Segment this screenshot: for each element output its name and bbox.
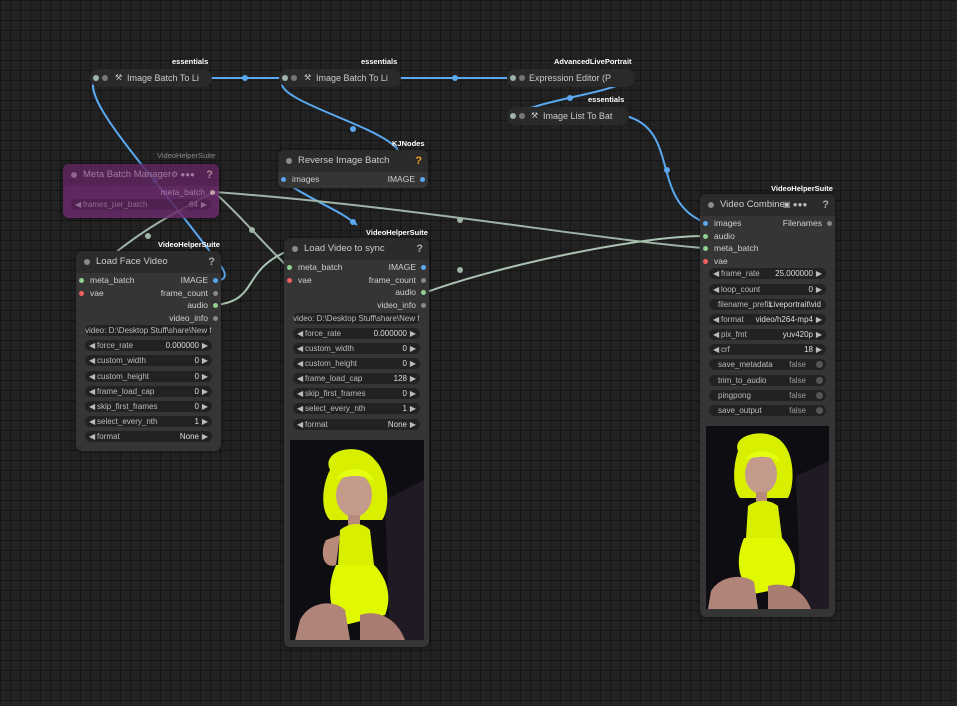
output-meta-batch[interactable]: meta_batch [161,186,215,198]
badge-essentials: essentials [588,95,625,104]
badge-vhs: VideoHelperSuite [366,228,428,237]
node-title: Load Face Video [96,256,168,267]
badge-essentials: essentials [172,57,209,66]
input-meta-batch[interactable]: meta_batch [79,274,134,286]
node-title: Image Batch To Li [316,73,388,83]
input-vae[interactable]: vae [287,274,312,286]
video-file-selector[interactable]: video: D:\Desktop Stuff\share\New fo [293,313,420,324]
node-status-icons: ⚙ ●●● [171,170,195,179]
node-image-batch-to-list-2[interactable]: ⚒ Image Batch To Li [279,69,401,87]
output-image[interactable]: IMAGE [389,261,426,273]
output-audio[interactable]: audio [187,299,218,311]
node-load-video-to-sync[interactable]: Load Video to sync ? meta_batch vae IMAG… [284,238,429,647]
anime-girl-output-image [706,426,829,609]
widget-frame-rate[interactable]: ◀ frame_rate 25.000000 ▶ [709,268,826,279]
widget-select-every-nth[interactable]: ◀ select_every_nth 1 ▶ [85,416,212,427]
node-title: Meta Batch Manager [83,169,172,180]
input-images[interactable]: images [281,173,319,185]
widget-force-rate[interactable]: ◀ force_rate 0.000000 ▶ [85,340,212,351]
node-load-face-video[interactable]: Load Face Video ? meta_batch vae IMAGE f… [76,251,221,451]
node-video-combine[interactable]: Video Combine ▣ ●●● ? images audio meta_… [700,194,835,617]
video-file-selector[interactable]: video: D:\Desktop Stuff\share\New fo [85,325,212,336]
node-status-icons: ▣ ●●● [783,200,808,209]
toggle-save-output[interactable]: save_output false [709,405,826,416]
node-title: Image List To Bat [543,111,613,121]
link-listtobat-combine [625,115,705,223]
link-meta-loadvideo [213,191,289,268]
badge-essentials: essentials [361,57,398,66]
widget-frames-per-batch[interactable]: ◀ frames_per_batch 64 ▶ [71,199,211,210]
output-video-info[interactable]: video_info [169,312,218,324]
widget-custom-width[interactable]: ◀ custom_width 0 ▶ [85,355,212,366]
output-image[interactable]: IMAGE [388,173,425,185]
input-vae[interactable]: vae [703,255,728,267]
toggle-trim-to-audio[interactable]: trim_to_audio false [709,375,826,386]
node-reverse-image-batch[interactable]: Reverse Image Batch ? images IMAGE [278,150,428,188]
badge-vhs: VideoHelperSuite [157,151,216,160]
toggle-save-metadata[interactable]: save_metadata false [709,359,826,370]
widget-custom-width[interactable]: ◀ custom_width 0 ▶ [293,343,420,354]
node-title: Image Batch To Li [127,73,199,83]
widget-select-every-nth[interactable]: ◀ select_every_nth 1 ▶ [293,403,420,414]
badge-kjnodes: KJNodes [392,139,425,148]
toggle-pingpong[interactable]: pingpong false [709,390,826,401]
wrench-icon: ⚒ [304,73,312,82]
node-expression-editor[interactable]: Expression Editor (P [507,69,635,87]
help-icon[interactable]: ? [822,194,829,216]
input-audio[interactable]: audio [703,230,735,242]
badge-advanced-live-portrait: AdvancedLivePortrait [554,57,632,66]
link-loadvideo-audio [423,235,705,294]
widget-skip-first-frames[interactable]: ◀ skip_first_frames 0 ▶ [293,388,420,399]
badge-vhs: VideoHelperSuite [771,184,833,193]
widget-format[interactable]: ◀ format video/h264-mp4 ▶ [709,314,826,325]
node-title: Expression Editor (P [529,73,612,83]
node-image-batch-to-list-1[interactable]: ⚒ Image Batch To Li [90,69,212,87]
node-header[interactable]: Meta Batch Manager ⚙ ●●● ? [63,164,219,186]
node-title: Video Combine [720,199,785,210]
widget-force-rate[interactable]: ◀ force_rate 0.000000 ▶ [293,328,420,339]
node-header[interactable]: Reverse Image Batch ? [278,150,428,172]
widget-frame-load-cap[interactable]: ◀ frame_load_cap 128 ▶ [293,373,420,384]
input-vae[interactable]: vae [79,287,104,299]
anime-girl-preview-image [290,440,424,640]
output-filenames[interactable]: Filenames [783,217,832,229]
widget-format[interactable]: ◀ format None ▶ [293,419,420,430]
help-icon[interactable]: ? [416,238,423,260]
help-icon[interactable]: ? [206,164,213,186]
widget-custom-height[interactable]: ◀ custom_height 0 ▶ [293,358,420,369]
widget-pix-fmt[interactable]: ◀ pix_fmt yuv420p ▶ [709,329,826,340]
output-frame-count[interactable]: frame_count [369,274,426,286]
link-loadface-audio [215,249,291,306]
video-output-preview [706,426,829,609]
widget-loop-count[interactable]: ◀ loop_count 0 ▶ [709,284,826,295]
widget-crf[interactable]: ◀ crf 18 ▶ [709,344,826,355]
output-video-info[interactable]: video_info [377,299,426,311]
widget-custom-height[interactable]: ◀ custom_height 0 ▶ [85,371,212,382]
input-meta-batch[interactable]: meta_batch [703,242,758,254]
node-header[interactable]: Video Combine ▣ ●●● ? [700,194,835,216]
wrench-icon: ⚒ [531,111,539,120]
node-header[interactable]: Load Face Video ? [76,251,221,273]
link-batch2-reverse [281,79,399,151]
widget-skip-first-frames[interactable]: ◀ skip_first_frames 0 ▶ [85,401,212,412]
widget-filename-prefix[interactable]: filename_prefix Liveportrait\vid [709,299,826,310]
node-meta-batch-manager[interactable]: Meta Batch Manager ⚙ ●●● ? meta_batch ◀ f… [63,164,219,218]
widget-format[interactable]: ◀ format None ▶ [85,431,212,442]
output-audio[interactable]: audio [395,286,426,298]
input-images[interactable]: images [703,217,741,229]
node-title: Reverse Image Batch [298,155,390,166]
video-preview [290,440,424,640]
help-icon[interactable]: ? [208,251,215,273]
badge-vhs: VideoHelperSuite [158,240,220,249]
help-icon[interactable]: ? [415,150,422,172]
node-header[interactable]: Load Video to sync ? [284,238,429,260]
output-image[interactable]: IMAGE [181,274,218,286]
node-title: Load Video to sync [304,243,385,254]
output-frame-count[interactable]: frame_count [161,287,218,299]
node-image-list-to-batch[interactable]: ⚒ Image List To Bat [507,107,629,125]
wrench-icon: ⚒ [115,73,123,82]
input-meta-batch[interactable]: meta_batch [287,261,342,273]
widget-frame-load-cap[interactable]: ◀ frame_load_cap 0 ▶ [85,386,212,397]
